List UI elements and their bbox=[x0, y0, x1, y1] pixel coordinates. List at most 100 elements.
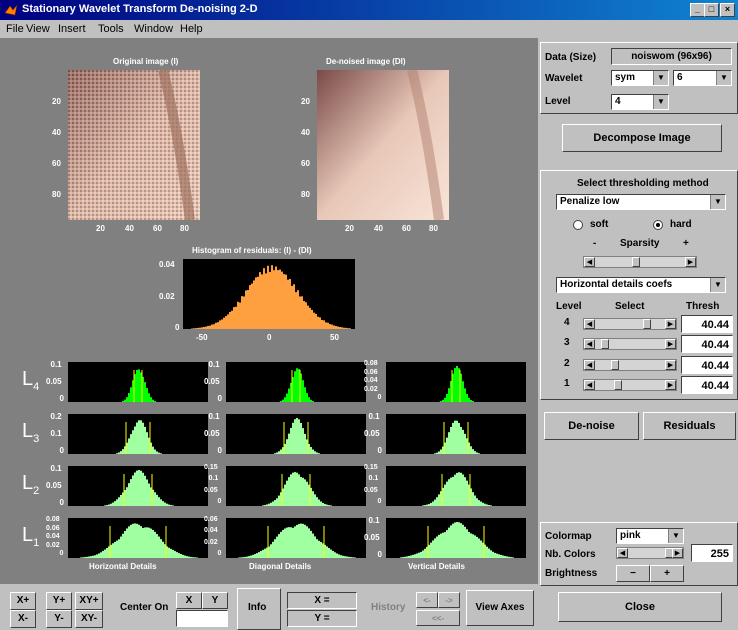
center-on-y-button[interactable]: Y bbox=[202, 592, 228, 609]
detail-bar bbox=[128, 483, 130, 506]
center-on-x-button[interactable]: X bbox=[176, 592, 202, 609]
detail-bar bbox=[486, 546, 488, 558]
residuals-button[interactable]: Residuals bbox=[643, 412, 736, 440]
menu-file[interactable]: File bbox=[6, 23, 24, 35]
level-2-threshold-input[interactable]: 40.44 bbox=[681, 356, 733, 374]
zoom-x-plus-button[interactable]: X+ bbox=[10, 592, 36, 610]
level-3-slider-thumb[interactable] bbox=[601, 339, 610, 349]
detail-bar bbox=[296, 368, 298, 402]
detail-bar bbox=[134, 426, 136, 454]
decompose-image-button[interactable]: Decompose Image bbox=[562, 124, 722, 152]
slider-right-arrow-icon[interactable]: ▶ bbox=[665, 360, 676, 370]
history-back-button[interactable]: <- bbox=[416, 592, 438, 608]
detail-bar bbox=[354, 557, 356, 558]
level-1-slider-thumb[interactable] bbox=[614, 380, 623, 390]
center-on-input[interactable] bbox=[176, 610, 228, 627]
slider-right-arrow-icon[interactable]: ▶ bbox=[665, 319, 676, 329]
zoom-x-minus-button[interactable]: X- bbox=[10, 610, 36, 628]
slider-right-arrow-icon[interactable]: ▶ bbox=[665, 339, 676, 349]
slider-right-arrow-icon[interactable]: ▶ bbox=[685, 257, 696, 267]
menu-help[interactable]: Help bbox=[180, 23, 203, 35]
zoom-y-plus-button[interactable]: Y+ bbox=[46, 592, 72, 610]
detail-bar bbox=[434, 499, 436, 506]
nb-colors-input[interactable]: 255 bbox=[691, 544, 733, 562]
slider-left-arrow-icon[interactable]: ◀ bbox=[584, 339, 595, 349]
detail-ytick: 0 bbox=[217, 394, 222, 403]
detail-bar bbox=[148, 483, 150, 506]
zoom-y-minus-button[interactable]: Y- bbox=[46, 610, 72, 628]
zoom-xy-plus-button[interactable]: XY+ bbox=[75, 592, 103, 610]
detail-bar bbox=[238, 557, 240, 558]
slider-left-arrow-icon[interactable]: ◀ bbox=[584, 319, 595, 329]
slider-right-arrow-icon[interactable]: ▶ bbox=[665, 380, 676, 390]
level-4-threshold-slider[interactable]: ◀ ▶ bbox=[583, 318, 677, 330]
level-3-threshold-input[interactable]: 40.44 bbox=[681, 335, 733, 353]
denoise-button[interactable]: De-noise bbox=[544, 412, 639, 440]
detail-bar bbox=[338, 554, 340, 558]
detail-bar bbox=[334, 552, 336, 558]
detail-bar bbox=[274, 453, 276, 454]
detail-bar bbox=[130, 479, 132, 506]
threshold-method-select[interactable]: Penalize low ▼ bbox=[556, 194, 726, 210]
detail-bar bbox=[114, 501, 116, 506]
residuals-histogram bbox=[183, 259, 355, 329]
colormap-select[interactable]: pink ▼ bbox=[616, 528, 684, 544]
detail-bar bbox=[456, 366, 458, 402]
wavelet-family-select[interactable]: sym ▼ bbox=[611, 70, 669, 86]
history-forward-button[interactable]: -> bbox=[438, 592, 460, 608]
view-axes-button[interactable]: View Axes bbox=[466, 590, 534, 626]
sparsity-slider-thumb[interactable] bbox=[632, 257, 640, 267]
coefficient-type-select[interactable]: Horizontal details coefs ▼ bbox=[556, 277, 726, 293]
detail-bar bbox=[160, 499, 162, 506]
menu-insert[interactable]: Insert bbox=[58, 23, 86, 35]
menu-window[interactable]: Window bbox=[134, 23, 173, 35]
minimize-button[interactable]: _ bbox=[690, 3, 705, 17]
detail-bar bbox=[440, 401, 442, 402]
sparsity-slider[interactable]: ◀ ▶ bbox=[583, 256, 697, 268]
soft-radio[interactable] bbox=[573, 220, 583, 230]
level-2-threshold-slider[interactable]: ◀ ▶ bbox=[583, 359, 677, 371]
detail-ytick: 0 bbox=[59, 446, 64, 455]
menu-view[interactable]: View bbox=[26, 23, 50, 35]
zoom-xy-minus-button[interactable]: XY- bbox=[75, 610, 103, 628]
level-2-slider-thumb[interactable] bbox=[611, 360, 619, 370]
wavelet-order-select[interactable]: 6 ▼ bbox=[673, 70, 732, 86]
brightness-decrease-button[interactable]: − bbox=[616, 565, 650, 582]
slider-left-arrow-icon[interactable]: ◀ bbox=[617, 548, 628, 558]
close-button[interactable]: Close bbox=[558, 592, 722, 622]
orig-ytick-20: 20 bbox=[52, 97, 61, 106]
detail-bar bbox=[496, 553, 498, 558]
close-window-button[interactable]: × bbox=[720, 3, 735, 17]
history-reset-button[interactable]: <<- bbox=[416, 610, 460, 626]
detail-bar bbox=[138, 524, 140, 558]
level-4-threshold-input[interactable]: 40.44 bbox=[681, 315, 733, 333]
nb-colors-slider[interactable]: ◀ ▶ bbox=[616, 547, 684, 559]
level-1-threshold-slider[interactable]: ◀ ▶ bbox=[583, 379, 677, 391]
detail-histogram-diagonal-L2 bbox=[226, 466, 366, 506]
histogram-bar bbox=[191, 328, 193, 329]
detail-bar bbox=[150, 397, 152, 402]
slider-left-arrow-icon[interactable]: ◀ bbox=[584, 360, 595, 370]
detail-bar bbox=[304, 433, 306, 454]
detail-bar bbox=[144, 475, 146, 506]
slider-left-arrow-icon[interactable]: ◀ bbox=[584, 257, 595, 267]
level-3-threshold-slider[interactable]: ◀ ▶ bbox=[583, 338, 677, 350]
histogram-bar bbox=[329, 324, 331, 329]
slider-left-arrow-icon[interactable]: ◀ bbox=[584, 380, 595, 390]
hard-radio[interactable] bbox=[653, 220, 663, 230]
detail-ytick: 0.1 bbox=[50, 464, 62, 473]
title-bar: Stationary Wavelet Transform De-noising … bbox=[0, 0, 738, 20]
coefficient-type-value: Horizontal details coefs bbox=[560, 279, 673, 290]
level-4-slider-thumb[interactable] bbox=[643, 319, 651, 329]
maximize-button[interactable]: □ bbox=[704, 3, 719, 17]
detail-bar bbox=[136, 422, 138, 454]
detail-bar bbox=[172, 505, 174, 506]
slider-right-arrow-icon[interactable]: ▶ bbox=[672, 548, 683, 558]
detail-bar bbox=[124, 399, 126, 402]
histogram-bar bbox=[337, 326, 339, 329]
detail-ytick: 0 bbox=[377, 394, 382, 401]
level-1-threshold-input[interactable]: 40.44 bbox=[681, 376, 733, 394]
brightness-increase-button[interactable]: + bbox=[650, 565, 684, 582]
menu-tools[interactable]: Tools bbox=[98, 23, 124, 35]
level-select[interactable]: 4 ▼ bbox=[611, 94, 669, 110]
